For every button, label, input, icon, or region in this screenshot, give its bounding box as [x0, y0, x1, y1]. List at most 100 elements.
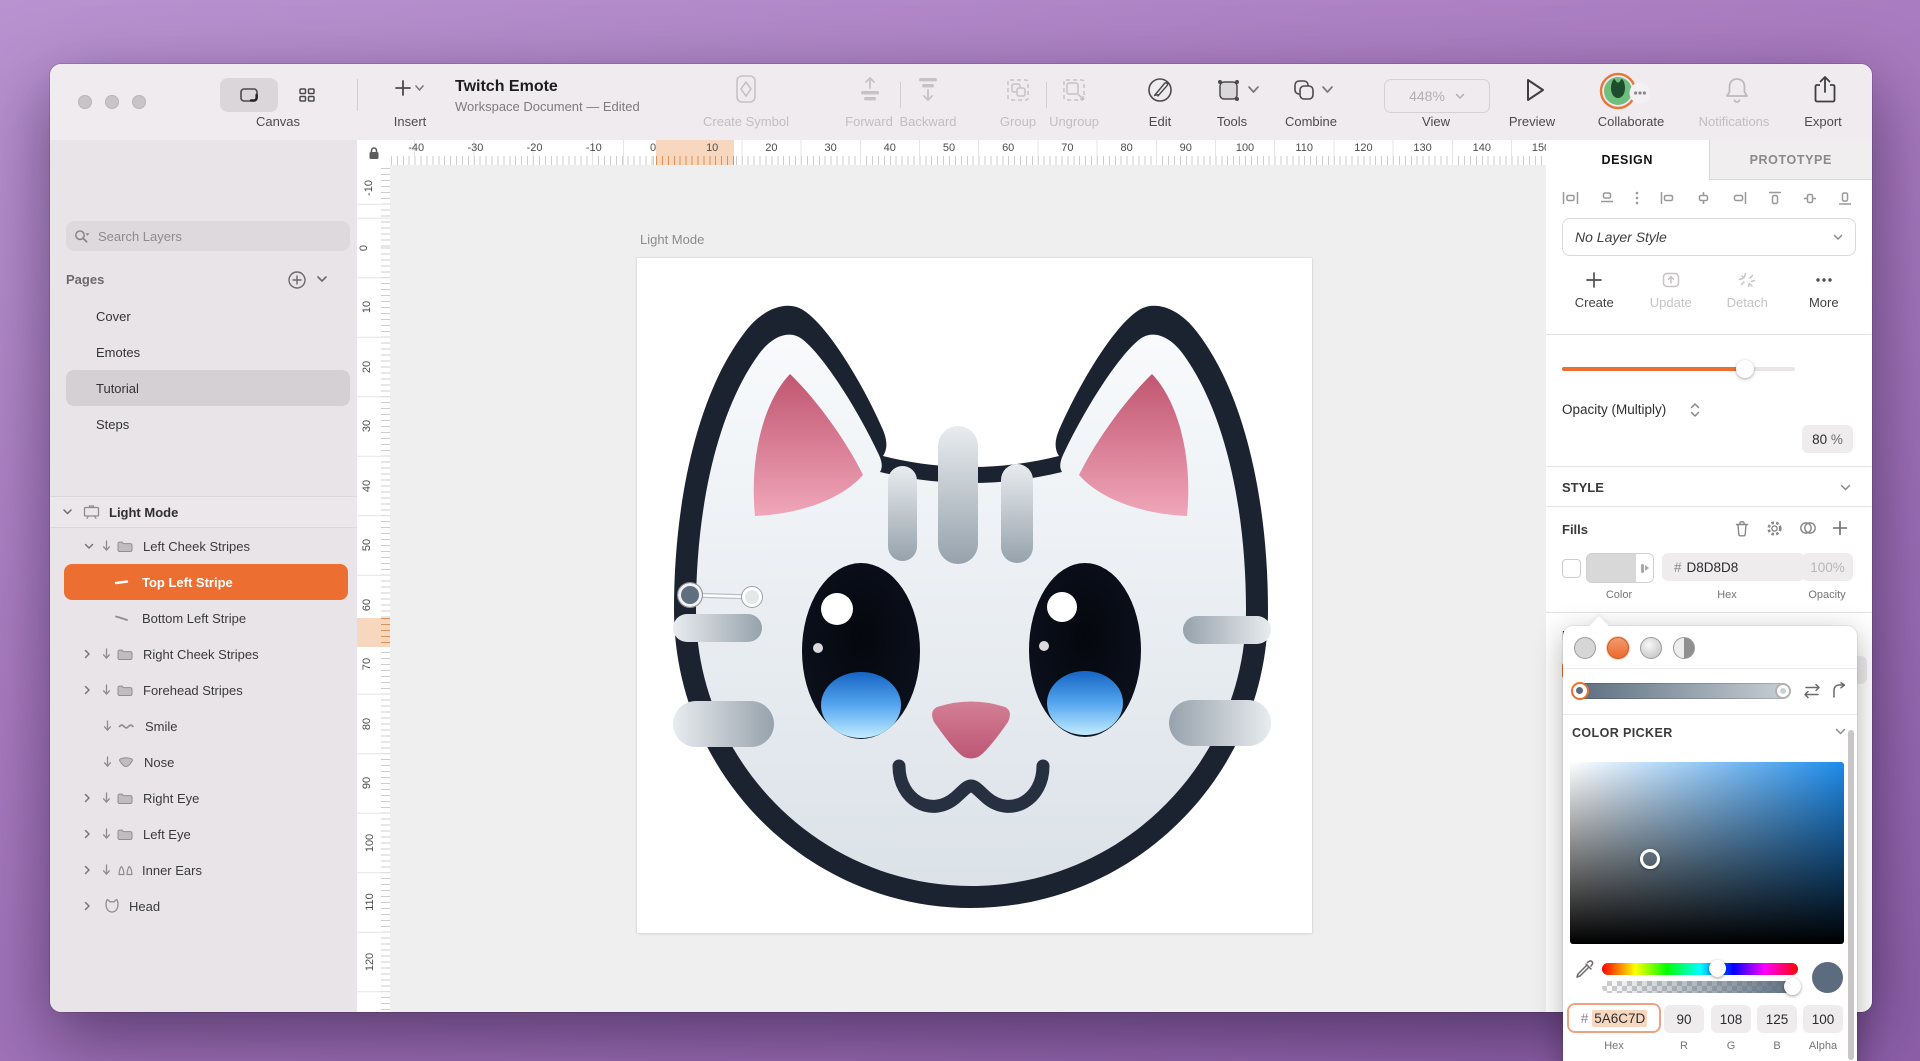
- create-style-button[interactable]: Create: [1556, 262, 1633, 318]
- fill-type-radial-gradient-button[interactable]: [1640, 637, 1662, 659]
- fills-blend-icon[interactable]: [1799, 520, 1817, 536]
- more-styles-button[interactable]: More: [1786, 262, 1863, 318]
- green-field[interactable]: 108: [1711, 1005, 1751, 1033]
- layer-row-top-left-stripe[interactable]: Top Left Stripe: [64, 564, 348, 600]
- layer-row-artboard[interactable]: Light Mode: [50, 496, 357, 528]
- fill-type-linear-gradient-button[interactable]: [1607, 637, 1629, 659]
- blue-field[interactable]: 125: [1757, 1005, 1797, 1033]
- chevron-right-icon[interactable]: [84, 865, 91, 875]
- layer-style-select[interactable]: No Layer Style: [1562, 218, 1856, 256]
- layer-row-nose[interactable]: Nose: [64, 744, 348, 780]
- page-item-cover[interactable]: Cover: [66, 298, 350, 334]
- tab-prototype[interactable]: PROTOTYPE: [1709, 140, 1873, 180]
- reverse-gradient-icon[interactable]: [1801, 683, 1823, 699]
- tools-button[interactable]: Tools: [1217, 114, 1247, 129]
- tools-icon[interactable]: [1215, 76, 1261, 104]
- eyedropper-icon[interactable]: [1575, 960, 1595, 980]
- opacity-value-field[interactable]: 80 %: [1802, 425, 1853, 453]
- fill-color-swatch[interactable]: [1586, 553, 1654, 583]
- layer-row-right-eye[interactable]: Right Eye: [64, 780, 348, 816]
- edit-icon[interactable]: [1146, 76, 1174, 104]
- chevron-down-icon[interactable]: [62, 508, 73, 516]
- add-fill-icon[interactable]: [1832, 520, 1848, 536]
- align-right-icon[interactable]: [1732, 191, 1747, 205]
- alpha-slider-knob[interactable]: [1784, 978, 1801, 995]
- layer-row-right-cheek-stripes[interactable]: Right Cheek Stripes: [64, 636, 348, 672]
- hue-slider[interactable]: [1602, 963, 1798, 975]
- rotate-gradient-icon[interactable]: [1831, 682, 1849, 699]
- chevron-down-icon[interactable]: [1840, 484, 1851, 492]
- saturation-cursor[interactable]: [1640, 849, 1660, 869]
- chevron-right-icon[interactable]: [84, 685, 91, 695]
- alpha-field[interactable]: 100: [1803, 1005, 1843, 1033]
- layer-row-left-cheek-stripes[interactable]: Left Cheek Stripes: [64, 528, 348, 564]
- opacity-slider[interactable]: [1562, 367, 1795, 371]
- insert-icon[interactable]: [394, 79, 424, 97]
- layer-row-inner-ears[interactable]: Inner Ears: [64, 852, 348, 888]
- preview-icon[interactable]: [1523, 77, 1547, 103]
- artboard[interactable]: [637, 258, 1312, 933]
- gradient-stop-end[interactable]: [1775, 683, 1791, 699]
- blend-mode-stepper-icon[interactable]: [1689, 401, 1701, 419]
- insert-button[interactable]: Insert: [394, 114, 427, 129]
- align-middle-vertical-icon[interactable]: [1803, 191, 1817, 206]
- layer-row-smile[interactable]: Smile: [64, 708, 348, 744]
- canvas[interactable]: Light Mode: [390, 165, 1546, 1012]
- alpha-slider[interactable]: [1602, 981, 1798, 993]
- popover-scrollbar[interactable]: [1848, 730, 1854, 1060]
- zoom-level-select[interactable]: 448%: [1384, 79, 1490, 113]
- layer-row-head[interactable]: Head: [64, 888, 348, 924]
- page-item-steps[interactable]: Steps: [66, 406, 350, 442]
- preview-button[interactable]: Preview: [1509, 114, 1555, 129]
- canvas-view-button[interactable]: [220, 78, 278, 112]
- search-input[interactable]: [96, 228, 342, 245]
- more-alignment-icon[interactable]: [1635, 191, 1639, 205]
- chevron-right-icon[interactable]: [84, 829, 91, 839]
- view-button[interactable]: View: [1422, 114, 1450, 129]
- fill-hex-field[interactable]: # D8D8D8: [1662, 553, 1805, 581]
- fill-type-angular-gradient-button[interactable]: [1673, 637, 1695, 659]
- edit-button[interactable]: Edit: [1149, 114, 1171, 129]
- combine-button[interactable]: Combine: [1285, 114, 1337, 129]
- collaborate-button[interactable]: Collaborate: [1598, 114, 1665, 129]
- trash-icon[interactable]: [1734, 520, 1750, 537]
- opacity-slider-knob[interactable]: [1736, 360, 1754, 378]
- zoom-window-button[interactable]: [132, 95, 146, 109]
- fills-gear-icon[interactable]: [1766, 520, 1783, 537]
- chevron-right-icon[interactable]: [84, 901, 91, 911]
- collaborate-avatar[interactable]: [1598, 72, 1654, 110]
- fill-type-flat-button[interactable]: [1574, 637, 1596, 659]
- grid-view-button[interactable]: [278, 78, 336, 112]
- align-bottom-icon[interactable]: [1838, 191, 1852, 206]
- fill-enabled-checkbox[interactable]: [1562, 559, 1581, 578]
- layer-row-bottom-left-stripe[interactable]: Bottom Left Stripe: [64, 600, 348, 636]
- layer-row-forehead-stripes[interactable]: Forehead Stripes: [64, 672, 348, 708]
- align-left-icon[interactable]: [1660, 191, 1675, 205]
- gradient-slider[interactable]: [1572, 683, 1790, 699]
- align-top-icon[interactable]: [1768, 191, 1782, 206]
- distribute-horizontally-icon[interactable]: [1562, 191, 1579, 205]
- page-item-tutorial[interactable]: Tutorial: [66, 370, 350, 406]
- chevron-down-icon[interactable]: [84, 543, 94, 550]
- saturation-brightness-area[interactable]: [1570, 762, 1844, 944]
- chevron-right-icon[interactable]: [84, 793, 91, 803]
- gradient-stop-start[interactable]: [1571, 682, 1589, 700]
- add-page-icon[interactable]: [287, 270, 307, 290]
- ruler-lock-corner[interactable]: [357, 140, 391, 166]
- distribute-vertically-icon[interactable]: [1600, 191, 1614, 205]
- pages-collapse-icon[interactable]: [316, 275, 328, 283]
- artboard-title[interactable]: Light Mode: [640, 232, 704, 247]
- search-layers-field[interactable]: [66, 221, 350, 251]
- vertical-ruler[interactable]: -100102030405060708090100110120: [357, 165, 391, 1012]
- tab-design[interactable]: DESIGN: [1546, 140, 1709, 180]
- layer-row-left-eye[interactable]: Left Eye: [64, 816, 348, 852]
- align-center-horizontal-icon[interactable]: [1696, 191, 1711, 205]
- combine-icon[interactable]: [1290, 76, 1336, 104]
- red-field[interactable]: 90: [1664, 1005, 1704, 1033]
- hex-input-field[interactable]: # 5A6C7D: [1567, 1003, 1661, 1033]
- export-button[interactable]: Export: [1804, 114, 1842, 129]
- fill-opacity-field[interactable]: 100%: [1802, 553, 1853, 581]
- minimize-window-button[interactable]: [105, 95, 119, 109]
- chevron-right-icon[interactable]: [84, 649, 91, 659]
- horizontal-ruler[interactable]: -40-30-20-100102030405060708090100110120…: [390, 140, 1546, 166]
